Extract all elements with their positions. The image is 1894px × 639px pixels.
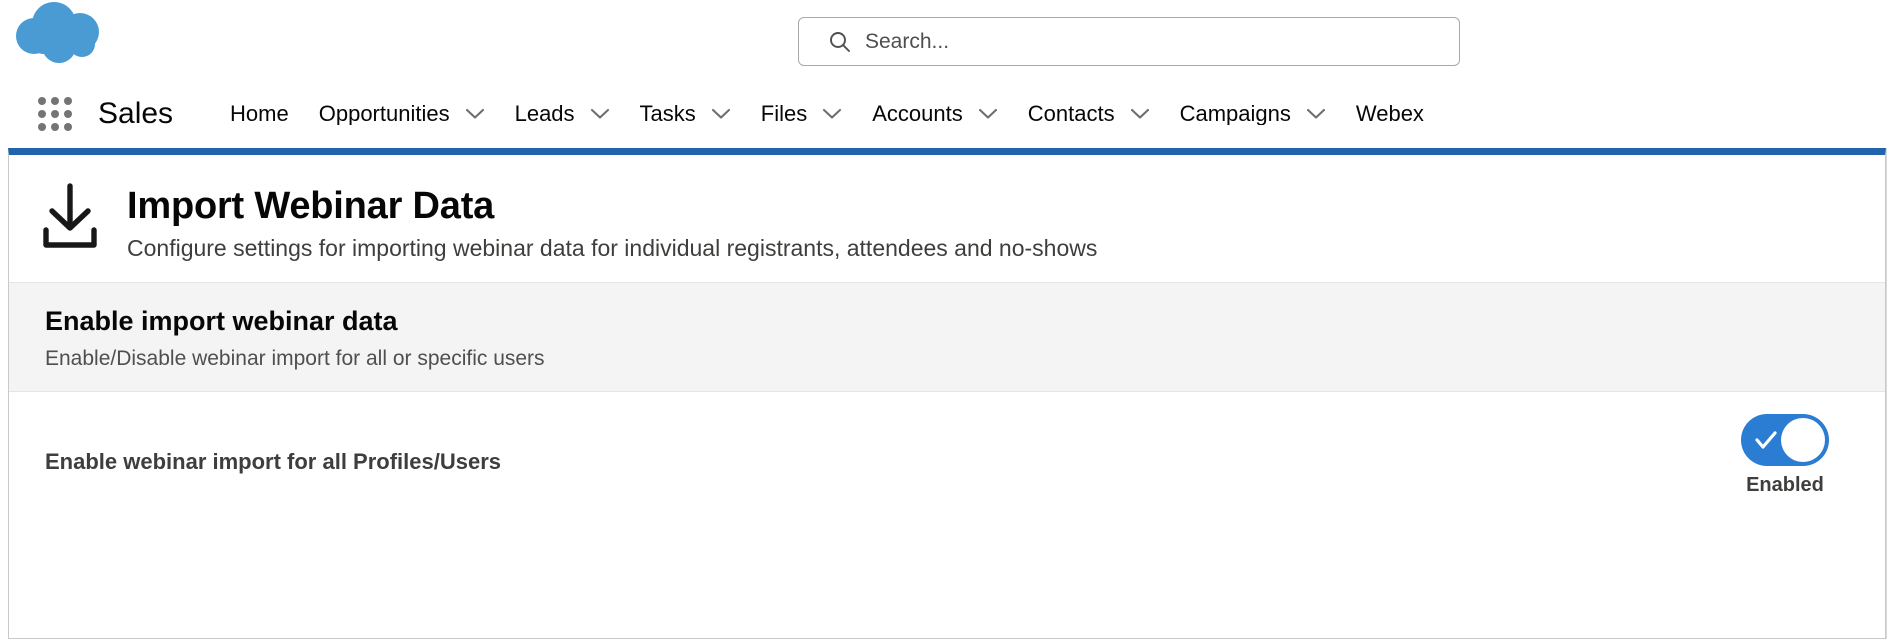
nav-item-label: Webex xyxy=(1355,103,1424,125)
enable-webinar-import-toggle[interactable] xyxy=(1741,414,1829,466)
section-header-strip: Enable import webinar data Enable/Disabl… xyxy=(9,282,1885,392)
chevron-down-icon[interactable] xyxy=(1306,108,1326,120)
nav-item-home[interactable]: Home xyxy=(230,103,289,125)
setting-row-enable-webinar-import: Enable webinar import for all Profiles/U… xyxy=(9,392,1885,542)
nav-item-label: Files xyxy=(760,103,808,125)
nav-item-webex[interactable]: Webex xyxy=(1356,103,1424,125)
nav-item-tasks[interactable]: Tasks xyxy=(640,103,731,125)
toggle-knob xyxy=(1781,418,1825,462)
panel-header: Import Webinar Data Configure settings f… xyxy=(9,155,1885,282)
nav-item-label: Tasks xyxy=(639,103,696,125)
section-title: Enable import webinar data xyxy=(45,306,398,336)
app-navigation-bar: Sales Home Opportunities Leads Tasks Fil… xyxy=(0,84,1894,144)
nav-item-label: Leads xyxy=(514,103,575,125)
checkmark-icon xyxy=(1754,428,1778,452)
chevron-down-icon[interactable] xyxy=(590,108,610,120)
chevron-down-icon[interactable] xyxy=(711,108,731,120)
search-input[interactable] xyxy=(865,18,1459,65)
nav-item-label: Accounts xyxy=(872,103,963,125)
global-search-box[interactable] xyxy=(798,17,1460,66)
nav-item-campaigns[interactable]: Campaigns xyxy=(1180,103,1326,125)
salesforce-cloud-icon[interactable] xyxy=(14,2,112,68)
section-description: Enable/Disable webinar import for all or… xyxy=(45,347,545,371)
chevron-down-icon[interactable] xyxy=(822,108,842,120)
nav-items-list: Home Opportunities Leads Tasks Files Acc… xyxy=(230,103,1894,125)
toggle-block: Enabled xyxy=(1725,414,1845,495)
nav-item-opportunities[interactable]: Opportunities xyxy=(319,103,485,125)
nav-item-leads[interactable]: Leads xyxy=(515,103,610,125)
chevron-down-icon[interactable] xyxy=(465,108,485,120)
panel-title-block: Import Webinar Data Configure settings f… xyxy=(127,182,1097,264)
import-webinar-data-panel: Import Webinar Data Configure settings f… xyxy=(8,148,1886,639)
page-subtitle: Configure settings for importing webinar… xyxy=(127,234,1098,261)
download-icon xyxy=(39,182,101,250)
nav-item-label: Contacts xyxy=(1027,103,1115,125)
setting-label: Enable webinar import for all Profiles/U… xyxy=(45,449,502,474)
app-name-label: Sales xyxy=(98,97,174,130)
nav-item-accounts[interactable]: Accounts xyxy=(872,103,998,125)
nav-item-contacts[interactable]: Contacts xyxy=(1028,103,1150,125)
nav-item-label: Home xyxy=(230,103,289,125)
page-title: Import Webinar Data xyxy=(127,185,495,227)
search-icon xyxy=(829,31,851,53)
app-launcher-grid-icon[interactable] xyxy=(38,97,72,131)
vertical-scrollbar[interactable] xyxy=(1886,148,1894,639)
nav-item-label: Campaigns xyxy=(1179,103,1291,125)
toggle-status-label: Enabled xyxy=(1746,474,1824,496)
global-header: Sales Home Opportunities Leads Tasks xyxy=(0,0,1894,148)
chevron-down-icon[interactable] xyxy=(1130,108,1150,120)
chevron-down-icon[interactable] xyxy=(978,108,998,120)
nav-item-label: Opportunities xyxy=(318,103,450,125)
nav-item-files[interactable]: Files xyxy=(761,103,842,125)
